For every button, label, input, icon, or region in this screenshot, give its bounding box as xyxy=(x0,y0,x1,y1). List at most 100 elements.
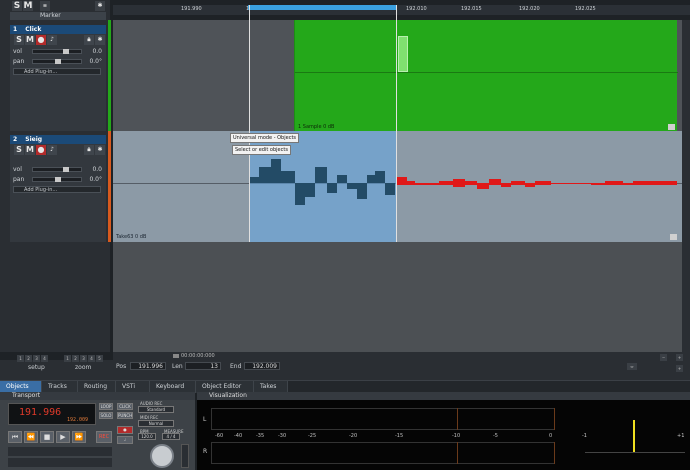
zoom-preset-5[interactable]: 5 xyxy=(96,355,103,362)
track-2-mute-button[interactable]: M xyxy=(25,145,35,155)
zoom-out-icon[interactable]: − xyxy=(660,354,667,361)
track-2-volume-slider[interactable] xyxy=(32,167,82,172)
track-1-add-plugin-dropdown[interactable]: Add Plug-in... xyxy=(13,68,101,75)
end-label: End xyxy=(230,363,242,370)
setup-preset-3[interactable]: 3 xyxy=(33,355,40,362)
ruler-range-selection[interactable] xyxy=(248,5,396,10)
fast-forward-button[interactable]: ⏩ xyxy=(72,431,86,443)
marker-label: Marker xyxy=(40,12,61,19)
track-1-fx-icon[interactable]: ✱ xyxy=(95,35,105,45)
visualization-title: Visualization xyxy=(209,392,247,399)
setup-label: setup xyxy=(28,364,45,371)
global-solo-button[interactable]: S xyxy=(12,1,22,11)
marker-buttons-row[interactable] xyxy=(8,447,112,456)
track-1-color-stripe xyxy=(108,20,111,131)
track-2-solo-button[interactable]: S xyxy=(14,145,24,155)
zoom-in-icon[interactable]: + xyxy=(676,354,683,361)
track-1-record-button[interactable]: ● xyxy=(36,35,46,45)
db-tick: -15 xyxy=(395,433,404,439)
track-2-vol-label: vol xyxy=(13,166,22,173)
track-2-vol-value: 0.0 xyxy=(92,166,102,173)
track-2-name[interactable]: Sieig xyxy=(25,136,42,143)
left-channel-label: L xyxy=(203,416,207,423)
zoom-preset-1[interactable]: 1 xyxy=(64,355,71,362)
selection-start-line xyxy=(249,5,250,242)
track-2-title-bar[interactable]: 2 Sieig xyxy=(10,135,106,144)
setup-preset-4[interactable]: 4 xyxy=(41,355,48,362)
transport-panel: 191.996 192.009 LOOP SOLO CLICK PUNCH AU… xyxy=(0,400,195,470)
track-1-lock-icon[interactable]: 🔒︎ xyxy=(84,35,94,45)
settings-icon[interactable]: ✱ xyxy=(95,1,105,11)
end-field[interactable]: 192.009 xyxy=(244,362,280,370)
track-1-clip-label: 1 Sample 0 dB xyxy=(298,124,335,130)
loop-toggle[interactable]: LOOP xyxy=(99,403,113,410)
setup-preset-2[interactable]: 2 xyxy=(25,355,32,362)
zoom-fit-icon[interactable]: ⇔ xyxy=(627,363,637,370)
track-1-volume-slider[interactable] xyxy=(32,49,82,54)
stop-button[interactable]: ■ xyxy=(40,431,54,443)
track-1-vol-value: 0.0 xyxy=(92,48,102,55)
zoom-label: zoom xyxy=(75,364,92,371)
zoom-preset-3[interactable]: 3 xyxy=(80,355,87,362)
peak-zone xyxy=(457,408,555,430)
track-1-mute-button[interactable]: M xyxy=(25,35,35,45)
correlation-scale xyxy=(585,452,685,453)
correlation-plus-label: +1 xyxy=(677,433,685,439)
play-button[interactable]: ▶ xyxy=(56,431,70,443)
position-display[interactable]: 191.996 192.009 xyxy=(8,403,96,425)
track-2-pan-slider[interactable] xyxy=(32,177,82,182)
rewind-button[interactable]: ⏪ xyxy=(24,431,38,443)
horizontal-scrollbar[interactable]: 00:00:00:000 xyxy=(113,352,690,360)
shuttle-slider[interactable] xyxy=(181,444,189,468)
track-2-add-plugin-dropdown[interactable]: Add Plug-in... xyxy=(13,186,101,193)
pos-field[interactable]: 191.996 xyxy=(130,362,166,370)
marker-buttons-row-2[interactable] xyxy=(8,458,112,467)
record-button[interactable]: REC xyxy=(96,431,112,443)
track-1-pan-slider[interactable] xyxy=(32,59,82,64)
ruler-tick: 192.010 xyxy=(406,6,427,12)
track-2-header[interactable]: 2 Sieig S M ● ♪ 🔒︎ ✱ vol 0.0 pan 0.0° Ad… xyxy=(10,135,106,242)
midi-rec-mode-select[interactable]: Normal xyxy=(138,420,174,427)
scroll-thumb[interactable] xyxy=(173,354,179,358)
marker-track[interactable]: Marker xyxy=(10,12,106,20)
audio-rec-mode-select[interactable]: Standard xyxy=(138,406,174,413)
record-arm-icon[interactable]: ● xyxy=(117,426,133,434)
vertical-scrollbar[interactable] xyxy=(682,20,690,352)
timeline-ruler[interactable]: 191.990 191.995 192.000 192.005 192.010 … xyxy=(113,5,690,15)
track-1-title-bar[interactable]: 1 Click xyxy=(10,25,106,34)
zoom-preset-2[interactable]: 2 xyxy=(72,355,79,362)
track-1-name[interactable]: Click xyxy=(25,26,41,33)
jog-wheel[interactable] xyxy=(150,444,174,468)
ruler-tick: 191.990 xyxy=(181,6,202,12)
measure-field[interactable]: 4 / 4 xyxy=(162,433,180,440)
transport-title: Transport xyxy=(12,392,41,399)
empty-arrange-area[interactable] xyxy=(113,242,690,352)
zoom-preset-4[interactable]: 4 xyxy=(88,355,95,362)
transport-header: Transport xyxy=(0,392,195,400)
ruler-tick: 192.020 xyxy=(519,6,540,12)
track-1-audio-clip[interactable]: 1 Sample 0 dB xyxy=(294,20,678,131)
track-2-monitor-icon[interactable]: ♪ xyxy=(47,145,57,155)
track-1-header[interactable]: 1 Click S M ● ♪ 🔒︎ ✱ vol 0.0 pan 0.0° Ad… xyxy=(10,25,106,131)
db-tick: -25 xyxy=(308,433,317,439)
metronome-icon[interactable]: ♩ xyxy=(117,436,133,444)
vertical-zoom-in-icon[interactable]: + xyxy=(676,365,683,372)
clip-handle-icon[interactable] xyxy=(668,124,675,130)
track-2-lock-icon[interactable]: 🔒︎ xyxy=(84,145,94,155)
punch-toggle[interactable]: PUNCH xyxy=(117,412,133,419)
setup-preset-1[interactable]: 1 xyxy=(17,355,24,362)
track-2-pan-value: 0.0° xyxy=(89,176,102,183)
click-toggle[interactable]: CLICK xyxy=(117,403,133,410)
global-mute-button[interactable]: M xyxy=(23,1,33,11)
track-2-record-button[interactable]: ● xyxy=(36,145,46,155)
solo-toggle[interactable]: SOLO xyxy=(99,412,113,419)
ruler-tick: 192.015 xyxy=(461,6,482,12)
bpm-field[interactable]: 120.0 xyxy=(138,433,156,440)
len-field[interactable]: 13 xyxy=(185,362,221,370)
playback-cursor[interactable] xyxy=(396,5,397,242)
go-to-start-button[interactable]: ⏮ xyxy=(8,431,22,443)
track-2-fx-icon[interactable]: ✱ xyxy=(95,145,105,155)
track-1-solo-button[interactable]: S xyxy=(14,35,24,45)
track-1-monitor-icon[interactable]: ♪ xyxy=(47,35,57,45)
track-list-icon[interactable]: ≡ xyxy=(40,1,50,11)
